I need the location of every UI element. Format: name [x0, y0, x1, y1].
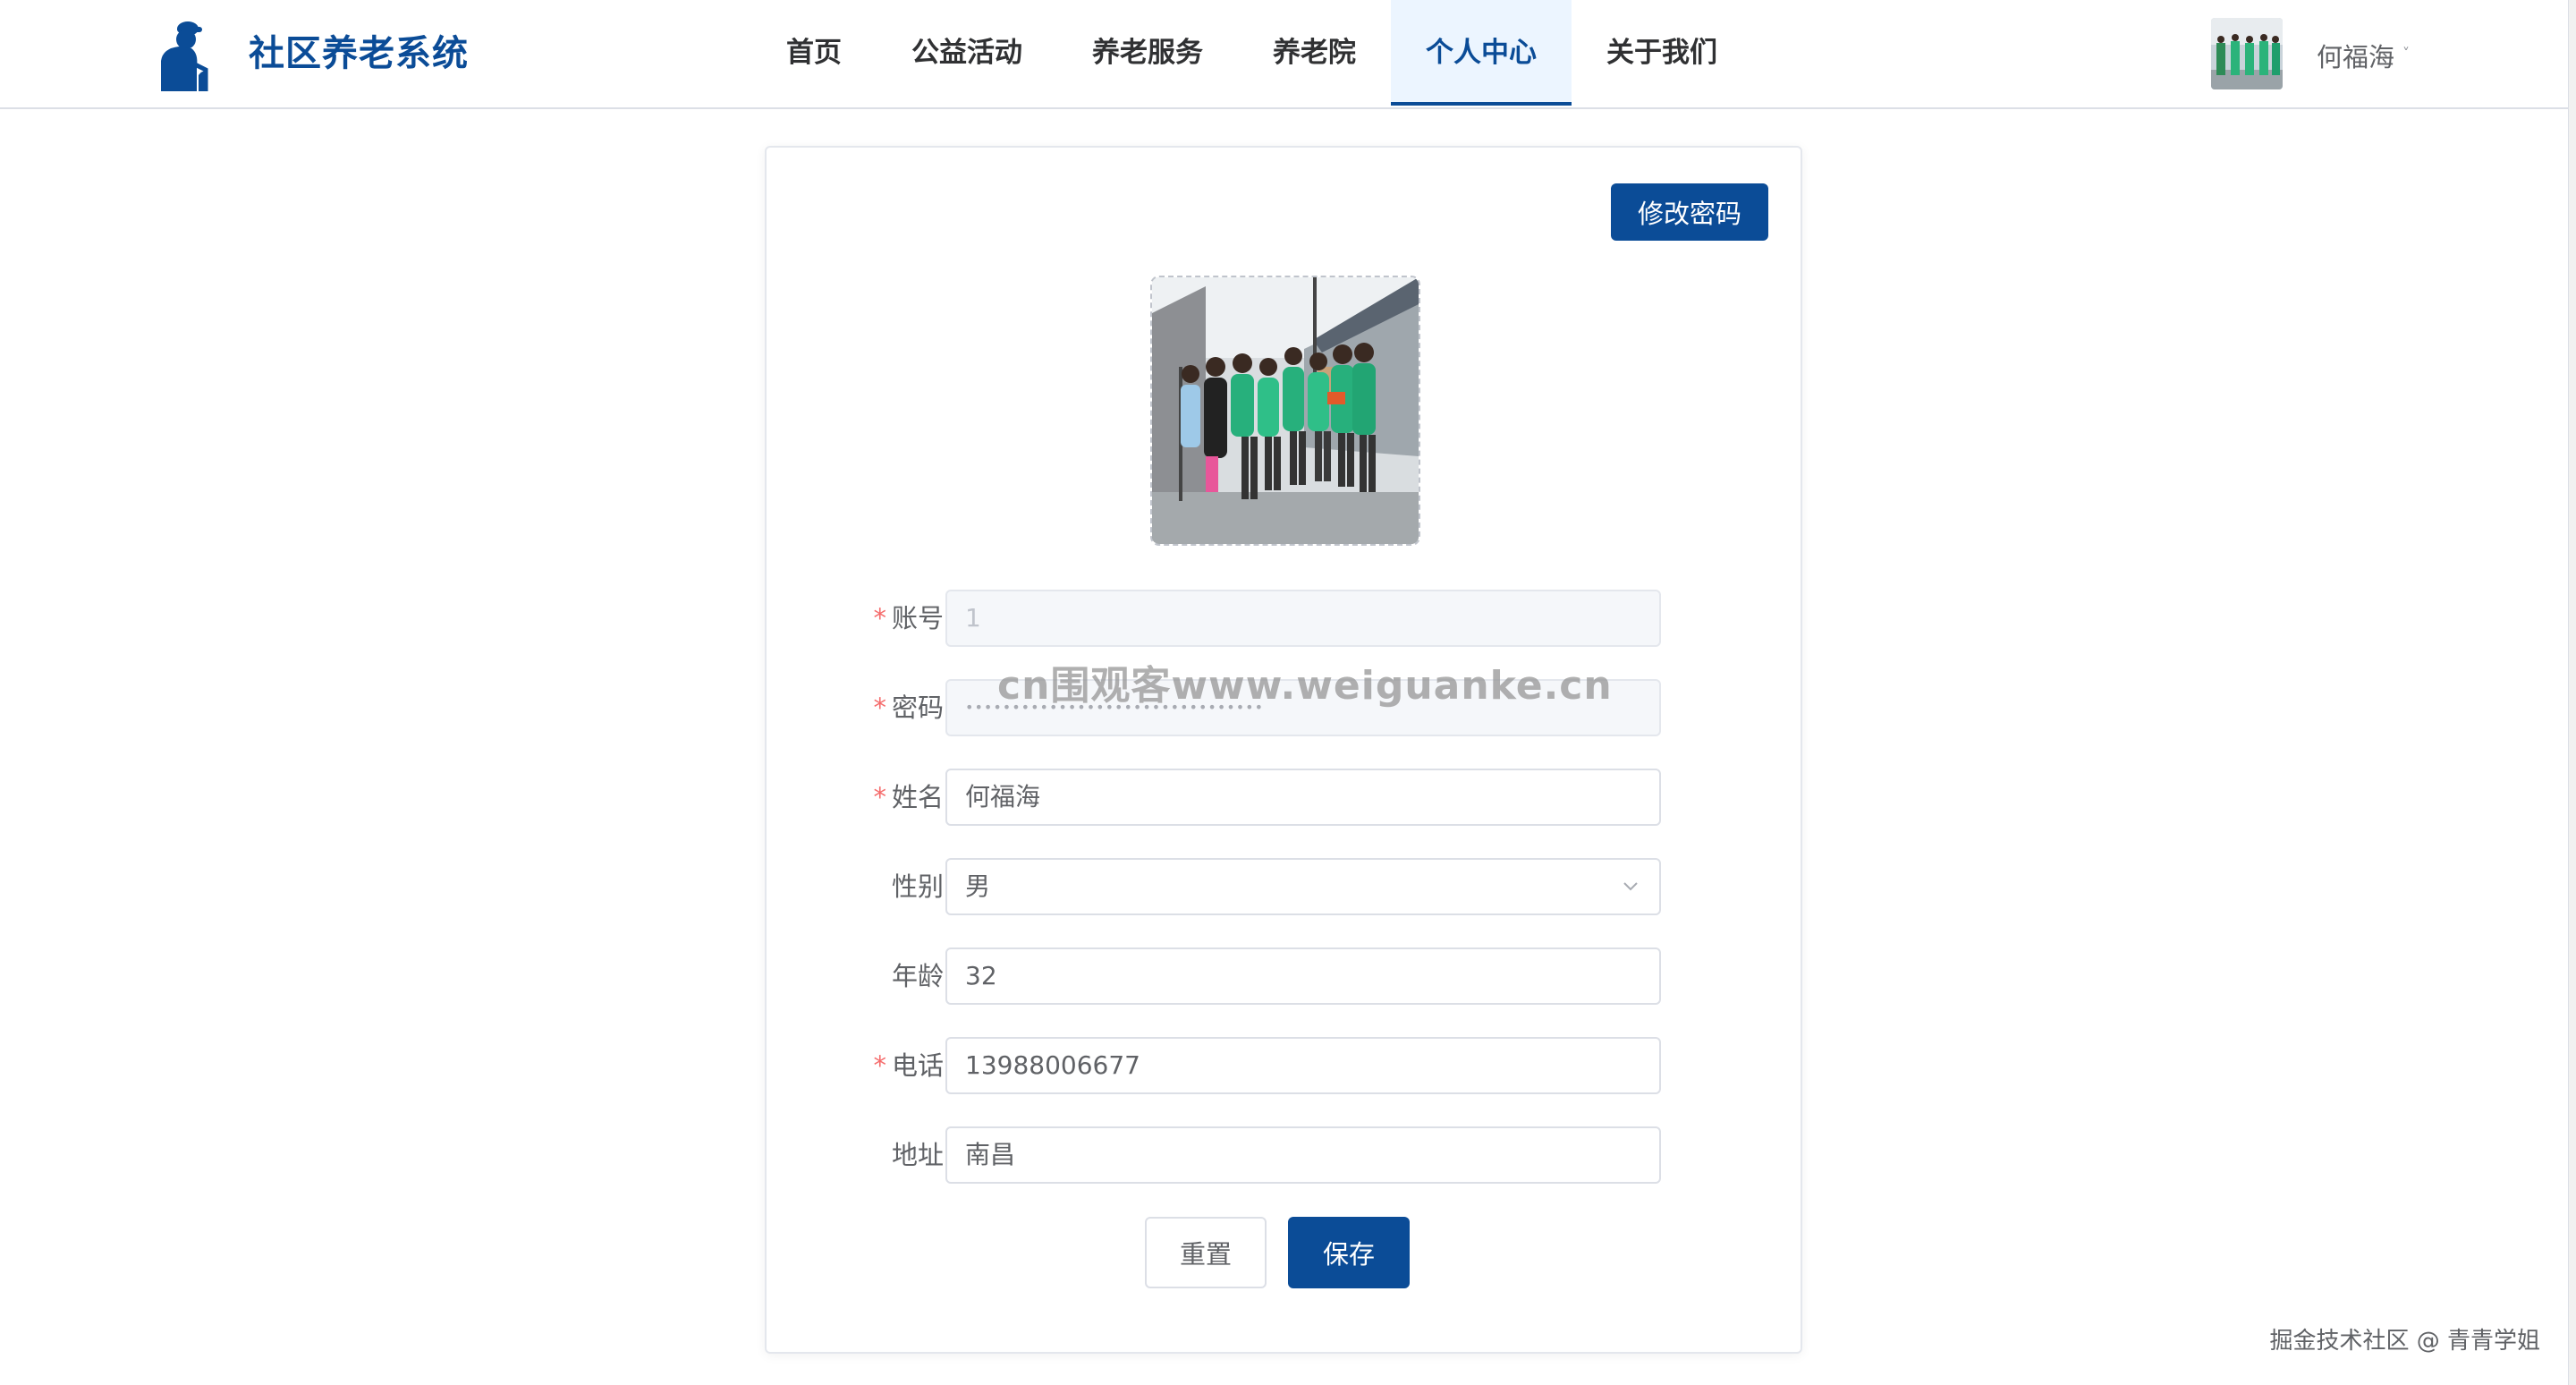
account-input: 1 [945, 590, 1661, 647]
gender-select[interactable]: 男 [945, 858, 1661, 915]
brand-title[interactable]: 社区养老系统 [249, 27, 469, 81]
nav-item-charity[interactable]: 公益活动 [877, 0, 1057, 106]
form-item-name: * 姓名 何福海 [767, 769, 1804, 826]
name-input[interactable]: 何福海 [945, 769, 1661, 826]
age-label: 年龄 [891, 961, 944, 991]
form-item-age: 年龄 32 [767, 947, 1804, 1005]
main-nav: 首页 公益活动 养老服务 养老院 个人中心 关于我们 [751, 0, 1752, 107]
user-photo-avatar [2211, 18, 2283, 89]
nav-item-home[interactable]: 首页 [751, 0, 877, 106]
avatar-uploader[interactable] [1150, 276, 1420, 546]
phone-input[interactable]: 13988006677 [945, 1037, 1661, 1094]
age-input[interactable]: 32 [945, 947, 1661, 1005]
address-input[interactable]: 南昌 [945, 1126, 1661, 1184]
form-item-account: * 账号 1 [767, 590, 1804, 647]
chevron-down-icon [1623, 882, 1638, 891]
chevron-down-icon[interactable]: ˅ [2402, 45, 2410, 62]
watermark: cn围观客www.weiguanke.cn [997, 663, 1613, 709]
user-name[interactable]: 何福海 [2317, 39, 2394, 75]
nav-item-elderly-service[interactable]: 养老服务 [1057, 0, 1238, 106]
change-password-button[interactable]: 修改密码 [1611, 183, 1768, 241]
gender-label: 性别 [891, 871, 944, 902]
top-navbar: 社区养老系统 首页 公益活动 养老服务 养老院 个人中心 关于我们 何福海 ˅ [0, 0, 2569, 109]
nav-item-nursing-home[interactable]: 养老院 [1238, 0, 1391, 106]
password-label: * 密码 [873, 692, 944, 723]
account-label: * 账号 [873, 603, 944, 633]
avatar[interactable] [2211, 18, 2283, 89]
volunteers-photo [1152, 277, 1419, 544]
profile-card: 修改密码 * 账号 1 * 密码 •••••••••••••••••••••••… [765, 146, 1802, 1354]
gender-select-value: 男 [965, 871, 991, 901]
page-scrollbar[interactable] [2568, 0, 2576, 1385]
form-item-address: 地址 南昌 [767, 1126, 1804, 1184]
name-label: * 姓名 [873, 782, 944, 812]
nav-item-personal-center[interactable]: 个人中心 [1391, 0, 1572, 106]
address-label: 地址 [891, 1140, 944, 1170]
reset-button[interactable]: 重置 [1145, 1217, 1267, 1288]
save-button[interactable]: 保存 [1288, 1217, 1410, 1288]
elderly-person-icon[interactable] [143, 16, 215, 91]
nav-item-about-us[interactable]: 关于我们 [1572, 0, 1752, 106]
form-item-phone: * 电话 13988006677 [767, 1037, 1804, 1094]
form-item-gender: 性别 男 [767, 858, 1804, 915]
phone-label: * 电话 [873, 1050, 944, 1081]
footer-watermark: 掘金技术社区 @ 青青学姐 [2269, 1328, 2540, 1355]
